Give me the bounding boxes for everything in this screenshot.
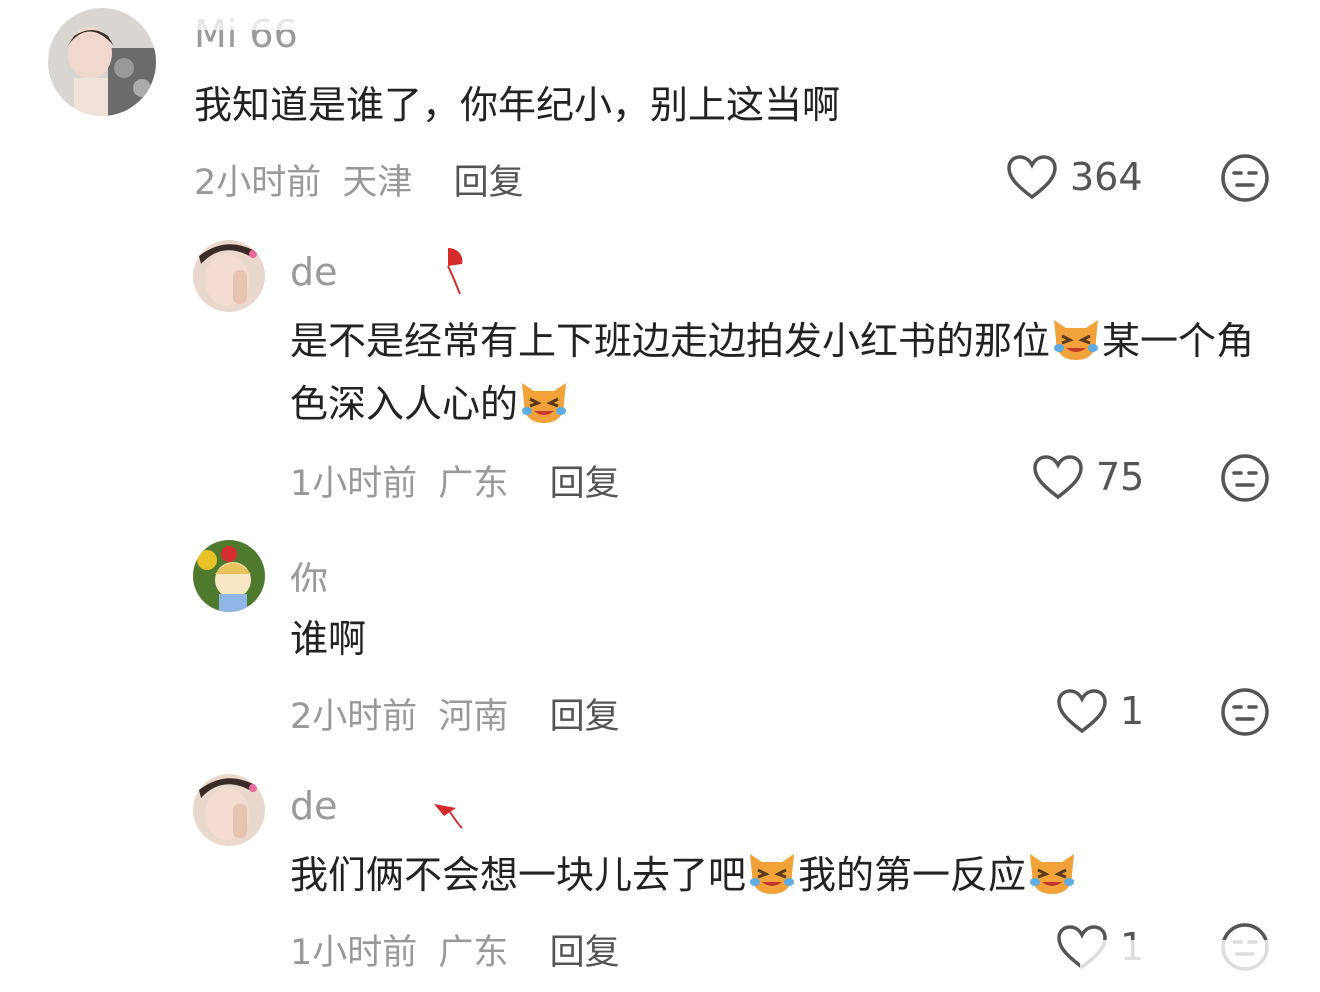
comment-2: de 是不是经常有上下班边走边拍发小红书的那位 某一个角色深入人心的 1小时前 广… xyxy=(0,230,1320,520)
cat-laugh-emoji xyxy=(750,854,795,894)
comment-text-part: 我们俩不会想一块儿去了吧 xyxy=(290,853,747,897)
balloon-icon xyxy=(447,248,463,295)
cat-laugh-emoji xyxy=(1054,320,1099,360)
cat-laugh-emoji xyxy=(522,383,567,423)
username[interactable]: de xyxy=(290,784,338,826)
comment-meta: 2小时前 天津 回复 xyxy=(194,154,524,205)
reply-button[interactable]: 回复 xyxy=(454,163,524,203)
avatar[interactable] xyxy=(193,240,265,312)
like-count: 364 xyxy=(1070,155,1143,199)
like-count: 75 xyxy=(1096,455,1145,499)
comment-text: 我们俩不会想一块儿去了吧 我的第一反应 xyxy=(290,844,1280,907)
comment-location: 天津 xyxy=(342,163,413,203)
avatar[interactable] xyxy=(193,540,265,612)
comment-meta: 1小时前 广东 回复 xyxy=(290,455,620,506)
heart-icon xyxy=(1057,689,1107,734)
username[interactable]: 你 xyxy=(290,550,328,592)
comment-location: 广东 xyxy=(438,464,509,504)
like-count: 1 xyxy=(1120,689,1145,733)
comment-text: 我知道是谁了，你年纪小，别上这当啊 xyxy=(194,83,841,127)
heart-icon xyxy=(1007,155,1057,200)
comment-text-part: 我的第一反应 xyxy=(798,853,1027,897)
comment-meta: 2小时前 河南 回复 xyxy=(290,688,620,739)
like-button[interactable]: 364 xyxy=(1006,154,1143,200)
balloon-icon xyxy=(434,804,463,829)
dislike-face-icon[interactable] xyxy=(1220,687,1270,737)
comment-time: 2小时前 xyxy=(194,163,322,203)
comment-time: 2小时前 xyxy=(290,697,418,737)
comment-location: 广东 xyxy=(438,933,509,973)
username-mask xyxy=(194,12,414,30)
reply-button[interactable]: 回复 xyxy=(550,697,620,737)
comment-time: 1小时前 xyxy=(290,933,418,973)
like-button[interactable]: 1 xyxy=(1056,688,1144,734)
comment-text: 是不是经常有上下班边走边拍发小红书的那位 某一个角色深入人心的 xyxy=(290,310,1280,436)
dislike-face-icon[interactable] xyxy=(1220,453,1270,503)
comment-text: 谁啊 xyxy=(290,617,367,661)
like-button[interactable]: 75 xyxy=(1032,454,1144,500)
comment-3: 你 谁啊 2小时前 河南 回复 1 xyxy=(0,530,1320,760)
comment-text-part: 是不是经常有上下班边走边拍发小红书的那位 xyxy=(290,319,1051,363)
watermark xyxy=(1080,940,1310,986)
comment-1: Mi 66 我知道是谁了，你年纪小，别上这当啊 2小时前 天津 回复 364 xyxy=(0,0,1320,230)
comment-time: 1小时前 xyxy=(290,464,418,504)
dislike-face-icon[interactable] xyxy=(1220,153,1270,203)
reply-button[interactable]: 回复 xyxy=(550,464,620,504)
comment-4: de 我们俩不会想一块儿去了吧我的第一反应 1小时前 广东 回复 1 xyxy=(0,764,1320,992)
avatar[interactable] xyxy=(48,8,156,116)
heart-icon xyxy=(1033,455,1083,500)
comment-location: 河南 xyxy=(438,697,509,737)
reply-button[interactable]: 回复 xyxy=(550,933,620,973)
cat-laugh-emoji xyxy=(1030,854,1075,894)
comment-meta: 1小时前 广东 回复 xyxy=(290,924,620,975)
username[interactable]: de xyxy=(290,250,338,292)
avatar[interactable] xyxy=(193,774,265,846)
